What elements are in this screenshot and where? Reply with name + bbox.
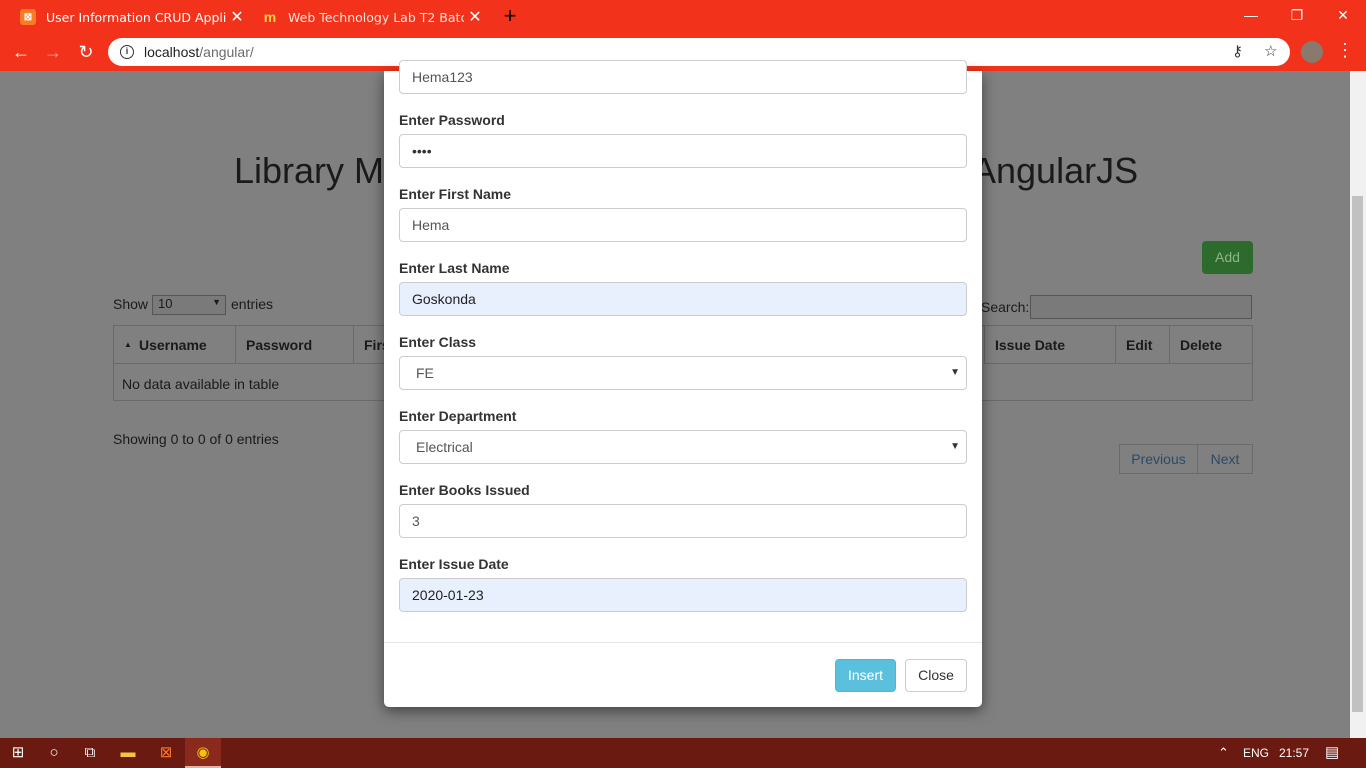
info-icon[interactable]: i — [120, 45, 134, 59]
profile-avatar[interactable] — [1301, 41, 1323, 63]
col-username[interactable]: ▲ Username — [114, 326, 236, 364]
user-modal: Hema123 Enter Password •••• Enter First … — [384, 60, 982, 707]
tab-web-tech-lab[interactable]: m Web Technology Lab T2 Batch: Li ✕ — [250, 0, 486, 34]
class-label: Enter Class — [399, 334, 477, 350]
clock[interactable]: 21:57 — [1279, 738, 1309, 768]
restore-window-icon[interactable]: ❐ — [1274, 0, 1320, 30]
minimize-window-icon[interactable]: — — [1228, 0, 1274, 30]
modal-footer-divider — [384, 642, 982, 643]
tab-title: User Information CRUD Applicati — [46, 9, 226, 25]
class-select-value: FE — [416, 365, 434, 381]
books-issued-label: Enter Books Issued — [399, 482, 530, 498]
back-icon[interactable]: ← — [8, 39, 34, 65]
task-view-icon[interactable]: ⧉ — [72, 738, 108, 768]
col-password[interactable]: Password — [236, 326, 354, 364]
chevron-up-icon[interactable]: ⌃ — [1218, 738, 1229, 768]
password-label: Enter Password — [399, 112, 505, 128]
col-edit[interactable]: Edit — [1116, 326, 1170, 364]
xampp-favicon-icon: ⊠ — [20, 9, 36, 25]
tab-title: Web Technology Lab T2 Batch: Li — [288, 9, 464, 25]
username-field[interactable]: Hema123 — [399, 60, 967, 94]
department-select[interactable]: Electrical ▼ — [399, 430, 967, 464]
previous-button[interactable]: Previous — [1119, 444, 1198, 474]
add-button[interactable]: Add — [1202, 241, 1253, 274]
cortana-search-icon[interactable]: ○ — [36, 738, 72, 768]
page-heading-right: AngularJS — [972, 150, 1139, 191]
last-name-label: Enter Last Name — [399, 260, 510, 276]
first-name-field[interactable]: Hema — [399, 208, 967, 242]
books-issued-field[interactable]: 3 — [399, 504, 967, 538]
table-info: Showing 0 to 0 of 0 entries — [113, 431, 279, 447]
moodle-favicon-icon: m — [263, 9, 277, 25]
col-issue-date[interactable]: Issue Date — [984, 326, 1116, 364]
chevron-down-icon: ▼ — [950, 367, 960, 378]
xampp-icon[interactable]: ⊠ — [148, 738, 184, 768]
scrollbar-thumb[interactable] — [1352, 196, 1363, 712]
last-name-field[interactable]: Goskonda — [399, 282, 967, 316]
issue-date-label: Enter Issue Date — [399, 556, 509, 572]
search-input[interactable] — [1030, 295, 1252, 319]
browser-tab-bar: ⊠ User Information CRUD Applicati ✕ m We… — [0, 0, 1366, 34]
windows-taskbar: ⊞ ○ ⧉ ▬ ⊠ ◉ ⌃ ENG 21:57 ▤ — [0, 738, 1366, 768]
class-select[interactable]: FE ▼ — [399, 356, 967, 390]
entries-select-value: 10 — [158, 296, 173, 311]
col-delete[interactable]: Delete — [1170, 326, 1252, 364]
page-heading-left: Library M — [234, 150, 385, 191]
issue-date-field[interactable]: 2020-01-23 — [399, 578, 967, 612]
chevron-down-icon: ▼ — [950, 441, 960, 452]
close-tab-icon[interactable]: ✕ — [226, 7, 248, 27]
search-label: Search: — [981, 299, 1030, 315]
entries-select[interactable]: 10 ▼ — [152, 295, 226, 315]
first-name-label: Enter First Name — [399, 186, 512, 202]
forward-icon[interactable]: → — [40, 39, 66, 65]
close-tab-icon[interactable]: ✕ — [464, 7, 486, 27]
col-first-name[interactable]: Firs — [354, 326, 390, 364]
menu-dots-icon[interactable]: ⋮ — [1336, 40, 1354, 61]
notification-icon[interactable]: ▤ — [1325, 738, 1339, 768]
file-explorer-icon[interactable]: ▬ — [110, 738, 146, 768]
reload-icon[interactable]: ↻ — [73, 39, 99, 65]
close-button[interactable]: Close — [905, 659, 967, 692]
show-label: Show — [113, 296, 149, 312]
department-select-value: Electrical — [416, 439, 473, 455]
insert-button[interactable]: Insert — [835, 659, 896, 692]
no-data-message: No data available in table — [122, 376, 280, 392]
chevron-down-icon: ▼ — [212, 297, 221, 307]
password-field[interactable]: •••• — [399, 134, 967, 168]
url-path: /angular/ — [199, 44, 254, 60]
chrome-icon[interactable]: ◉ — [185, 738, 221, 768]
language-indicator[interactable]: ENG — [1243, 738, 1269, 768]
windows-start-icon[interactable]: ⊞ — [0, 738, 36, 768]
tab-crud-app[interactable]: ⊠ User Information CRUD Applicati ✕ — [8, 0, 248, 34]
new-tab-button[interactable]: + — [498, 4, 522, 28]
star-bookmark-icon[interactable]: ☆ — [1264, 42, 1277, 60]
close-window-icon[interactable]: ✕ — [1320, 0, 1366, 30]
entries-label: entries — [231, 296, 274, 312]
key-icon[interactable]: ⚷ — [1232, 42, 1243, 60]
department-label: Enter Department — [399, 408, 517, 424]
url-host: localhost — [144, 44, 200, 60]
sort-asc-icon: ▲ — [124, 340, 132, 349]
next-button[interactable]: Next — [1197, 444, 1253, 474]
